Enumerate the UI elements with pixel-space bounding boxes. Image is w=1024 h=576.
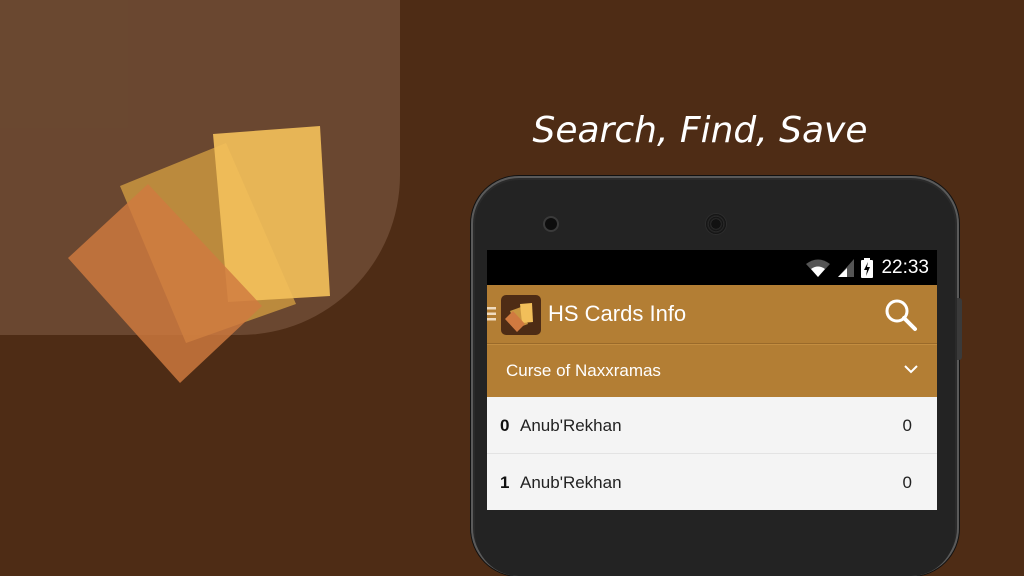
signal-icon	[838, 258, 855, 277]
card-name: Anub'Rekhan	[520, 473, 622, 492]
status-bar: 22:33	[487, 250, 937, 285]
chevron-down-icon	[904, 365, 918, 374]
camera-icon	[545, 218, 557, 230]
card-count: 0	[902, 473, 912, 492]
set-selector[interactable]: Curse of Naxxramas	[487, 344, 937, 397]
card-list-row[interactable]: 1 Anub'Rekhan 0	[487, 454, 937, 510]
set-selector-label: Curse of Naxxramas	[506, 361, 661, 380]
card-count: 0	[902, 416, 912, 435]
action-bar: HS Cards Info	[487, 285, 937, 344]
battery-icon	[861, 257, 874, 278]
status-icons	[805, 257, 874, 278]
app-logo-icon[interactable]	[501, 295, 541, 335]
phone-screen: 22:33 HS Cards Info Curse of Naxxramas 0	[487, 250, 937, 510]
drawer-icon[interactable]	[487, 307, 496, 321]
card-name: Anub'Rekhan	[520, 416, 622, 435]
card-cost: 0	[500, 416, 510, 435]
search-icon[interactable]	[883, 297, 919, 333]
cards-logo-icon	[68, 126, 330, 383]
wifi-icon	[806, 259, 831, 277]
status-time: 22:33	[881, 256, 929, 278]
tagline: Search, Find, Save	[532, 110, 868, 151]
speaker-grille	[705, 213, 727, 235]
card-cost: 1	[500, 473, 510, 492]
card-list-row[interactable]: 0 Anub'Rekhan 0	[487, 397, 937, 454]
phone-side-button	[957, 298, 962, 360]
app-title: HS Cards Info	[548, 301, 687, 326]
